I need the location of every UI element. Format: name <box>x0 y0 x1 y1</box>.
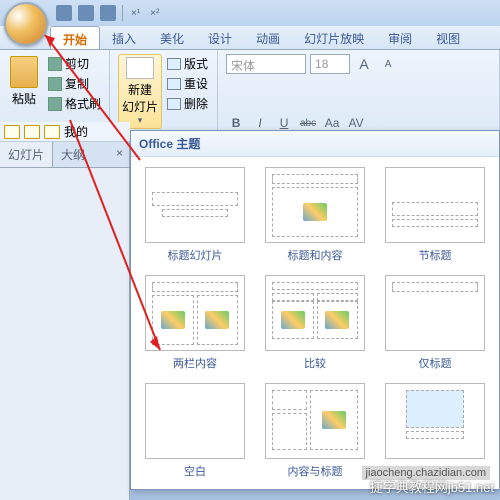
brush-icon <box>48 97 62 111</box>
paste-button[interactable]: 粘贴 <box>6 52 42 113</box>
tab-slideshow[interactable]: 幻灯片放映 <box>292 26 376 49</box>
save-icon[interactable] <box>56 5 72 21</box>
mydoc-label: 我的 <box>64 123 88 140</box>
copy-button[interactable]: 复制 <box>46 74 103 93</box>
separator <box>122 5 123 21</box>
cut-button[interactable]: 剪切 <box>46 54 103 73</box>
layout-button[interactable]: 版式 <box>166 54 209 73</box>
layout-icon <box>167 58 181 70</box>
new-slide-icon <box>126 57 154 79</box>
panel-tab-slides[interactable]: 幻灯片 <box>0 142 53 167</box>
redo-icon[interactable] <box>100 5 116 21</box>
shrink-font-button[interactable]: A <box>378 54 398 74</box>
quick-access-toolbar: ×¹ ×² <box>0 0 500 26</box>
format-painter-button[interactable]: 格式刷 <box>46 94 103 113</box>
tab-view[interactable]: 视图 <box>424 26 472 49</box>
copy-icon <box>48 77 62 91</box>
layout-option-content-caption[interactable]: 内容与标题 <box>257 379 373 483</box>
font-size-select[interactable]: 18 <box>310 54 350 74</box>
layout-option-two-content[interactable]: 两栏内容 <box>137 271 253 375</box>
font-family-select[interactable]: 宋体 <box>226 54 306 74</box>
paste-label: 粘贴 <box>10 90 38 107</box>
reset-icon <box>167 78 181 90</box>
group-font: 宋体 18 A A B I U abc Aa AV <box>218 50 500 141</box>
panel-close-button[interactable]: × <box>110 142 129 167</box>
back-icon[interactable] <box>4 125 20 139</box>
panel-tab-outline[interactable]: 大纲 <box>53 142 93 167</box>
tab-review[interactable]: 审阅 <box>376 26 424 49</box>
tab-animation[interactable]: 动画 <box>244 26 292 49</box>
layout-gallery: Office 主题 标题幻灯片 标题和内容 节标题 两栏内容 比较 仅标题 空白 <box>130 130 500 490</box>
tab-insert[interactable]: 插入 <box>100 26 148 49</box>
nav-toolbar: 我的 <box>0 122 130 142</box>
cut-icon <box>48 57 62 71</box>
tab-home[interactable]: 开始 <box>50 26 100 49</box>
new-slide-button[interactable]: 新建 幻灯片 ▾ <box>118 54 162 129</box>
tab-beautify[interactable]: 美化 <box>148 26 196 49</box>
watermark-text: 捷字典教程网jb51.net <box>370 477 494 496</box>
paste-icon <box>10 56 38 88</box>
layout-option-title-only[interactable]: 仅标题 <box>377 271 493 375</box>
layout-option-section-header[interactable]: 节标题 <box>377 163 493 267</box>
reset-button[interactable]: 重设 <box>166 74 209 93</box>
layout-option-title-content[interactable]: 标题和内容 <box>257 163 373 267</box>
undo-icon[interactable] <box>78 5 94 21</box>
office-button[interactable] <box>4 2 48 46</box>
gallery-header: Office 主题 <box>131 131 499 157</box>
window-marker-2: ×² <box>148 8 161 19</box>
layout-option-blank[interactable]: 空白 <box>137 379 253 483</box>
folder-icon[interactable] <box>24 125 40 139</box>
ribbon-tabs: 开始 插入 美化 设计 动画 幻灯片放映 审阅 视图 <box>0 26 500 50</box>
delete-icon <box>167 98 181 110</box>
grow-font-button[interactable]: A <box>354 54 374 74</box>
layout-option-comparison[interactable]: 比较 <box>257 271 373 375</box>
window-marker-1: ×¹ <box>129 8 142 19</box>
layout-option-title-slide[interactable]: 标题幻灯片 <box>137 163 253 267</box>
slide-panel: 幻灯片 大纲 × <box>0 142 130 500</box>
delete-button[interactable]: 删除 <box>166 94 209 113</box>
tab-design[interactable]: 设计 <box>196 26 244 49</box>
home-icon[interactable] <box>44 125 60 139</box>
